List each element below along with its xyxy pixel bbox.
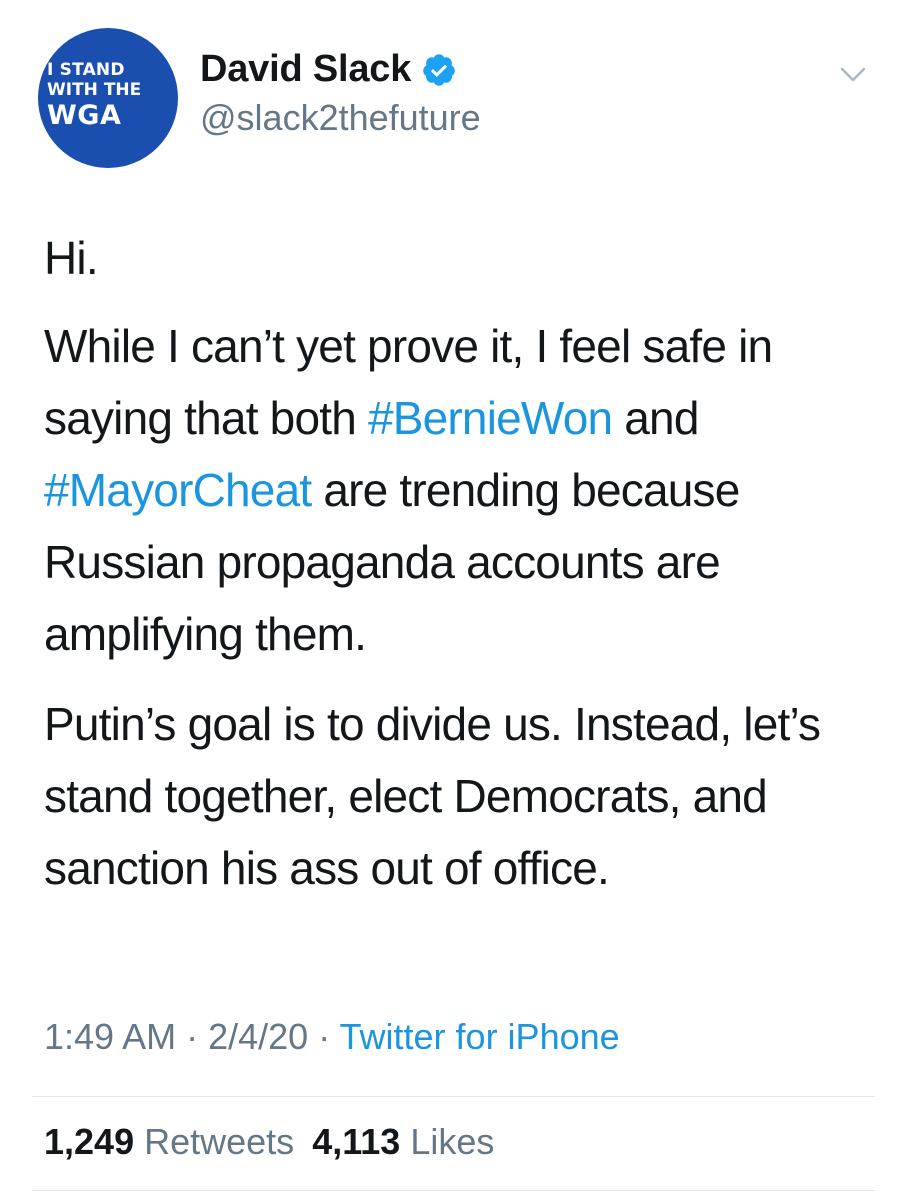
likes-stat[interactable]: 4,113 Likes — [312, 1121, 494, 1162]
tweet-paragraph-3: Putin’s goal is to divide us. Instead, l… — [44, 698, 821, 894]
divider — [32, 1096, 875, 1097]
meta-separator: · — [176, 1016, 209, 1057]
tweet-paragraph-1: Hi. — [44, 232, 99, 284]
meta-separator: · — [308, 1016, 340, 1057]
avatar-logo-text: I STAND WITH THE WGA — [47, 60, 142, 131]
tweet-text-segment: and — [612, 392, 699, 444]
likes-count: 4,113 — [312, 1121, 401, 1162]
avatar-decoration — [146, 84, 166, 108]
retweets-count: 1,249 — [44, 1121, 135, 1162]
likes-label: Likes — [410, 1121, 495, 1162]
tweet-paragraph-2: While I can’t yet prove it, I feel safe … — [44, 310, 884, 670]
retweets-label: Retweets — [144, 1121, 295, 1162]
tweet-stats: 1,249 Retweets 4,113 Likes — [44, 1121, 494, 1163]
tweet-time[interactable]: 1:49 AM — [44, 1016, 176, 1057]
tweet-text: Hi. While I can’t yet prove it, I feel s… — [44, 222, 884, 922]
avatar-line-3: WGA — [47, 100, 122, 131]
retweets-stat[interactable]: 1,249 Retweets — [44, 1121, 294, 1162]
avatar-line-2: WITH THE — [47, 80, 142, 100]
tweet-date[interactable]: 2/4/20 — [208, 1016, 308, 1057]
verified-badge-icon — [423, 53, 455, 86]
divider — [32, 1190, 875, 1191]
user-handle[interactable]: @slack2thefuture — [200, 97, 481, 139]
display-name[interactable]: David Slack — [200, 48, 411, 91]
author-name-row[interactable]: David Slack — [200, 48, 457, 91]
hashtag-link-berniewon[interactable]: #BernieWon — [368, 392, 613, 444]
tweet-meta: 1:49 AM · 2/4/20 · Twitter for iPhone — [44, 1016, 620, 1058]
tweet-card: I STAND WITH THE WGA David Slack @slack2… — [0, 0, 907, 1200]
hashtag-link-mayorcheat[interactable]: #MayorCheat — [44, 464, 312, 516]
avatar-line-1: I STAND — [47, 60, 125, 80]
chevron-down-icon[interactable] — [836, 62, 870, 86]
tweet-source-link[interactable]: Twitter for iPhone — [340, 1016, 620, 1057]
